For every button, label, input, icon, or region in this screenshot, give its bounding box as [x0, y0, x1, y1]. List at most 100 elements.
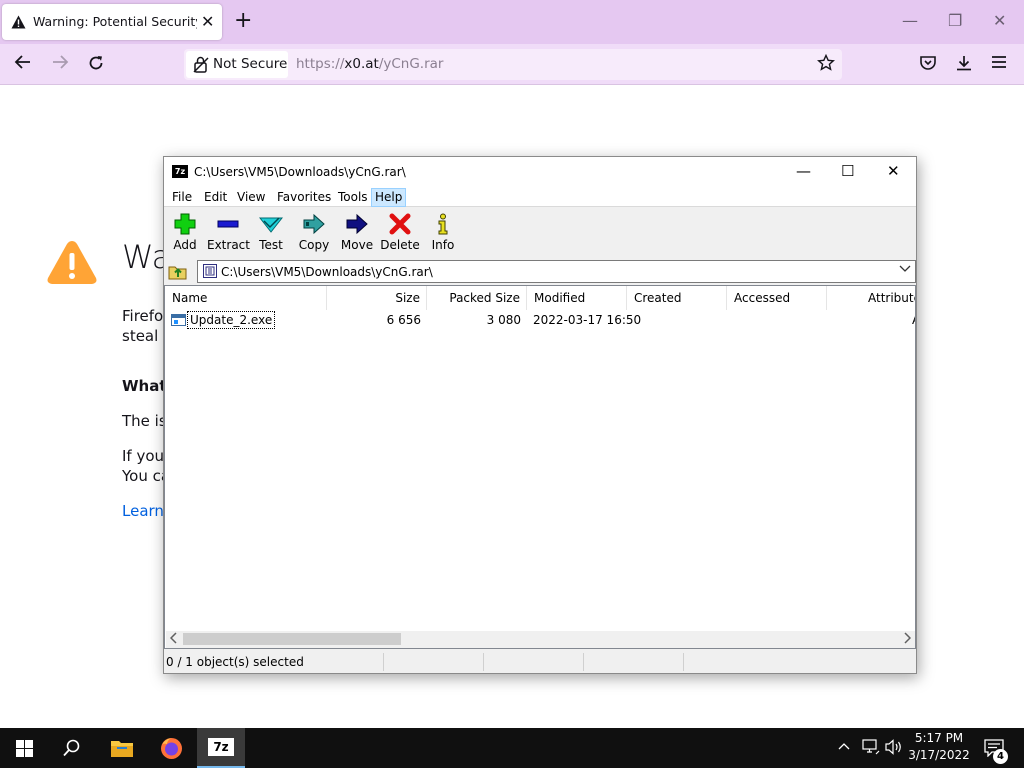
- plus-icon: [173, 213, 197, 235]
- horizontal-scrollbar[interactable]: [166, 631, 915, 648]
- minimize-icon[interactable]: —: [796, 163, 811, 179]
- column-modified[interactable]: Modified: [527, 286, 627, 310]
- menu-favorites[interactable]: Favorites: [273, 188, 335, 207]
- back-arrow-icon[interactable]: [14, 54, 32, 75]
- restore-icon[interactable]: ❐: [948, 12, 962, 30]
- extract-button[interactable]: Extract: [207, 211, 250, 256]
- scroll-right-icon[interactable]: [903, 632, 912, 647]
- url-scheme: https://: [296, 56, 345, 72]
- minus-icon: [216, 213, 240, 235]
- file-modified-cell: 2022-03-17 16:50: [533, 313, 642, 327]
- menu-edit[interactable]: Edit: [200, 188, 231, 207]
- status-cell: [584, 653, 684, 671]
- status-selection: 0 / 1 object(s) selected: [164, 653, 384, 671]
- new-tab-button[interactable]: +: [234, 10, 252, 32]
- taskbar: 7z 5:17 PM 3/17/2022: [0, 728, 1024, 768]
- pocket-icon[interactable]: [919, 54, 937, 77]
- toolbar: Add Extract Test Copy Move Delete Info: [164, 208, 916, 258]
- info-icon: [431, 213, 455, 235]
- insecure-lock-icon: [193, 56, 209, 76]
- archive-icon: [203, 264, 217, 278]
- browser-tab-active[interactable]: Warning: Potential Security Risk Ahead ✕: [2, 4, 222, 40]
- menu-tools[interactable]: Tools: [334, 188, 372, 207]
- not-secure-label: Not Secure: [213, 56, 288, 72]
- column-accessed[interactable]: Accessed: [727, 286, 827, 310]
- 7zip-window: 7z C:\Users\VM5\Downloads\yCnG.rar\ — ☐ …: [163, 156, 917, 674]
- scroll-left-icon[interactable]: [169, 632, 178, 647]
- copy-button[interactable]: Copy: [293, 211, 335, 256]
- forward-arrow-icon[interactable]: [51, 54, 69, 75]
- folder-up-icon[interactable]: [168, 262, 188, 283]
- url-text[interactable]: https://x0.at/yCnG.rar: [296, 56, 443, 72]
- browser-tab-strip: Warning: Potential Security Risk Ahead ✕…: [0, 0, 1024, 44]
- taskbar-firefox[interactable]: [148, 728, 196, 768]
- close-window-icon[interactable]: ✕: [887, 163, 900, 179]
- menu-file[interactable]: File: [168, 188, 196, 207]
- network-icon[interactable]: [862, 739, 880, 758]
- file-name-cell[interactable]: Update_2.exe: [187, 311, 276, 329]
- firefox-icon: [161, 738, 182, 759]
- warning-subheading: What: [122, 377, 167, 395]
- file-list[interactable]: Name Size Packed Size Modified Created A…: [164, 285, 916, 649]
- list-header: Name Size Packed Size Modified Created A…: [165, 286, 915, 310]
- clock-date[interactable]: 3/17/2022: [900, 748, 978, 762]
- column-name[interactable]: Name: [165, 286, 327, 310]
- status-cell: [384, 653, 484, 671]
- learn-more-link[interactable]: Learn: [122, 502, 164, 520]
- column-attributes[interactable]: Attributes: [827, 286, 915, 310]
- executable-file-icon: [171, 314, 186, 326]
- url-host: x0.at: [344, 56, 379, 72]
- tab-title: Warning: Potential Security Risk Ahead: [33, 14, 197, 29]
- folder-icon: [111, 741, 133, 757]
- move-arrow-icon: [345, 213, 369, 235]
- downloads-icon[interactable]: [955, 54, 973, 77]
- url-path: /yCnG.rar: [378, 56, 444, 72]
- delete-x-icon: [388, 213, 412, 235]
- maximize-icon[interactable]: ☐: [841, 163, 854, 179]
- column-packed-size[interactable]: Packed Size: [427, 286, 527, 310]
- 7zip-app-icon: 7z: [208, 738, 234, 756]
- menu-view[interactable]: View: [233, 188, 269, 207]
- file-packed-size-cell: 3 080: [486, 313, 521, 327]
- status-cell: [484, 653, 584, 671]
- column-size[interactable]: Size: [327, 286, 427, 310]
- address-text: C:\Users\VM5\Downloads\yCnG.rar\: [221, 265, 433, 279]
- address-row: C:\Users\VM5\Downloads\yCnG.rar\: [164, 258, 916, 285]
- 7zip-app-icon: 7z: [172, 165, 188, 178]
- url-bar[interactable]: Not Secure https://x0.at/yCnG.rar: [184, 49, 842, 80]
- taskbar-file-explorer[interactable]: [98, 728, 146, 768]
- tab-close-icon[interactable]: ✕: [201, 14, 214, 30]
- address-combobox[interactable]: C:\Users\VM5\Downloads\yCnG.rar\: [197, 260, 916, 283]
- show-hidden-icons-chevron-icon[interactable]: [838, 738, 850, 754]
- status-bar: 0 / 1 object(s) selected: [164, 651, 916, 673]
- close-window-icon[interactable]: ✕: [993, 12, 1006, 30]
- search-icon: [63, 739, 80, 757]
- clock-time[interactable]: 5:17 PM: [900, 731, 978, 745]
- minimize-icon[interactable]: —: [902, 12, 918, 30]
- menu-help[interactable]: Help: [371, 188, 407, 207]
- move-button[interactable]: Move: [336, 211, 378, 256]
- warning-triangle-icon: [46, 238, 98, 289]
- reload-icon[interactable]: [87, 54, 105, 77]
- start-button[interactable]: [0, 728, 48, 768]
- windows-logo-icon: [16, 740, 33, 757]
- hamburger-menu-icon[interactable]: [991, 54, 1007, 74]
- window-title: C:\Users\VM5\Downloads\yCnG.rar\: [194, 165, 406, 179]
- warning-text-line: If you: [122, 447, 165, 465]
- window-title-bar[interactable]: 7z C:\Users\VM5\Downloads\yCnG.rar\ — ☐ …: [164, 157, 916, 187]
- bookmark-star-icon[interactable]: [817, 53, 835, 75]
- checkmark-icon: [258, 213, 284, 235]
- warning-text-line: steal i: [122, 327, 168, 345]
- scrollbar-thumb[interactable]: [183, 633, 401, 645]
- warning-triangle-icon: [11, 15, 26, 32]
- delete-button[interactable]: Delete: [379, 211, 421, 256]
- site-identity-button[interactable]: Not Secure: [186, 51, 288, 78]
- test-button[interactable]: Test: [250, 211, 292, 256]
- add-button[interactable]: Add: [164, 211, 206, 256]
- search-button[interactable]: [48, 728, 96, 768]
- info-button[interactable]: Info: [422, 211, 464, 256]
- taskbar-7zip[interactable]: 7z: [197, 728, 245, 768]
- menu-bar: File Edit View Favorites Tools Help: [164, 187, 916, 207]
- column-created[interactable]: Created: [627, 286, 727, 310]
- chevron-down-icon[interactable]: [899, 265, 911, 276]
